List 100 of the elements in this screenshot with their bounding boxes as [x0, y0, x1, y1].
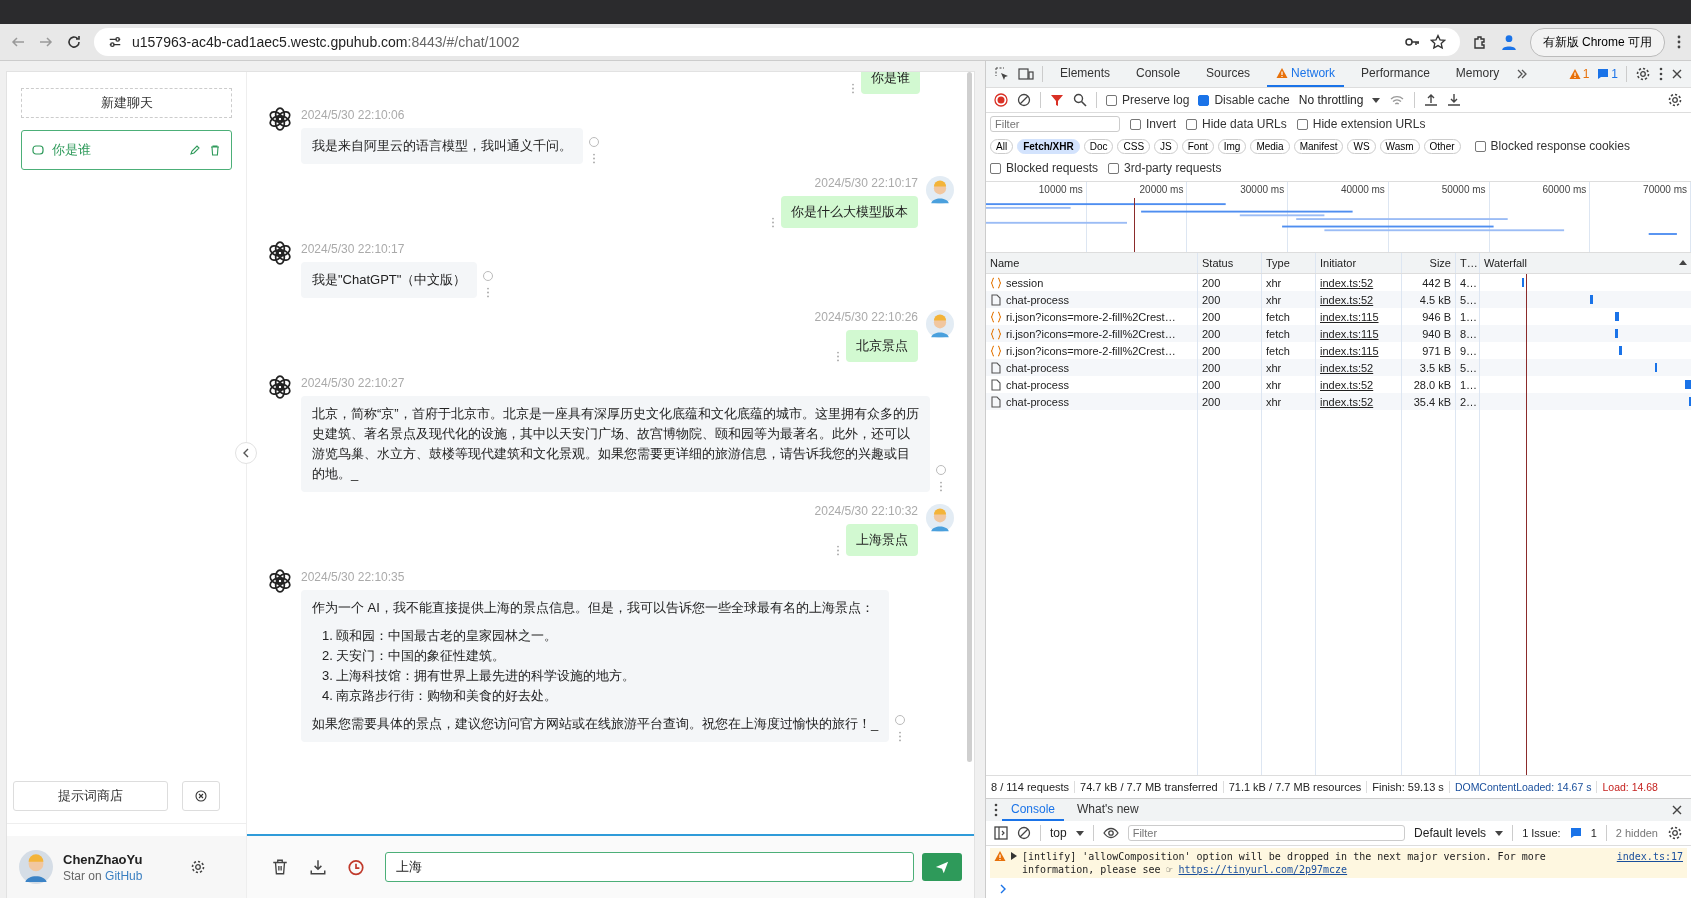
type-filter-chip[interactable]: Font	[1181, 138, 1214, 154]
menu-icon[interactable]	[1677, 35, 1681, 49]
request-name[interactable]: chat-process	[1006, 293, 1069, 306]
type-filter-chip[interactable]: JS	[1154, 138, 1178, 154]
drawer-tab[interactable]: What's new	[1068, 799, 1148, 821]
type-filter-chip[interactable]: CSS	[1117, 138, 1151, 154]
initiator-link[interactable]: index.ts:115	[1320, 344, 1379, 357]
close-icon[interactable]	[1671, 68, 1683, 80]
request-name[interactable]: chat-process	[1006, 395, 1069, 408]
initiator-link[interactable]: index.ts:52	[1320, 395, 1374, 408]
star-icon[interactable]	[1429, 34, 1446, 50]
caret-icon[interactable]	[1075, 829, 1084, 837]
caret-icon[interactable]	[1495, 829, 1504, 837]
initiator-link[interactable]: index.ts:52	[1320, 293, 1374, 306]
tinyurl-link[interactable]: https://tinyurl.com/2p97mcze	[1178, 864, 1348, 875]
type-filter-chip[interactable]: Fetch/XHR	[1017, 138, 1080, 154]
filter-icon[interactable]	[1050, 93, 1064, 107]
sidebar-toggle-icon[interactable]	[994, 826, 1008, 840]
address-bar[interactable]: u157963-ac4b-cad1aec5.westc.gpuhub.com:8443/#/chat/1002	[94, 28, 1460, 56]
profile-icon[interactable]	[1499, 33, 1518, 51]
console-prompt-icon[interactable]	[998, 884, 1008, 894]
source-link[interactable]: index.ts:17	[1616, 850, 1683, 863]
prompt-store-button[interactable]: 提示词商店	[13, 781, 168, 811]
search-icon[interactable]	[1073, 93, 1087, 107]
record-icon[interactable]	[994, 93, 1008, 107]
edit-icon[interactable]	[189, 144, 201, 156]
type-filter-chip[interactable]: Wasm	[1379, 138, 1420, 154]
more-tabs-icon[interactable]	[1516, 68, 1529, 80]
devtools-tab[interactable]: Console	[1127, 61, 1190, 87]
type-filter-chip[interactable]: Media	[1250, 138, 1290, 154]
download-icon[interactable]	[1447, 93, 1462, 107]
filter-checkbox[interactable]: 3rd-party requests	[1108, 161, 1222, 175]
filter-checkbox[interactable]: Hide data URLs	[1186, 117, 1287, 131]
checkbox[interactable]	[1186, 118, 1197, 130]
send-button[interactable]	[922, 853, 962, 881]
new-chat-button[interactable]: 新建聊天	[21, 88, 232, 118]
settings-icon[interactable]	[190, 859, 206, 875]
issues-label[interactable]: 1 Issue:	[1522, 827, 1561, 839]
reload-icon[interactable]	[66, 34, 82, 50]
chat-session-item[interactable]: 你是谁	[21, 130, 232, 170]
checkbox[interactable]	[1106, 94, 1117, 106]
type-filter-chip[interactable]: All	[990, 138, 1014, 154]
console-filter-field[interactable]: Filter	[1127, 825, 1406, 841]
clear-icon[interactable]	[1017, 93, 1031, 107]
scrollbar[interactable]	[967, 72, 972, 762]
preserve-log-checkbox[interactable]: Preserve log	[1106, 93, 1190, 107]
filter-field[interactable]: Filter	[990, 116, 1120, 132]
request-name[interactable]: ri.json?icons=more-2-fill%2Crest…	[1006, 327, 1176, 340]
initiator-link[interactable]: index.ts:115	[1320, 310, 1379, 323]
site-settings-icon[interactable]	[108, 35, 122, 49]
caret-icon[interactable]	[1372, 96, 1381, 104]
type-filter-chip[interactable]: Manifest	[1293, 138, 1344, 154]
settings-icon[interactable]	[1667, 92, 1683, 108]
devtools-tab[interactable]: Memory	[1446, 61, 1509, 87]
column-header[interactable]: Initiator	[1316, 253, 1402, 273]
column-header[interactable]: Name	[986, 253, 1198, 273]
type-filter-chip[interactable]: Img	[1217, 138, 1247, 154]
checkbox[interactable]	[1198, 94, 1210, 106]
device-toolbar-icon[interactable]	[1018, 66, 1034, 82]
column-header[interactable]: Status	[1198, 253, 1262, 273]
settings-icon[interactable]	[1667, 825, 1683, 841]
update-chrome-button[interactable]: 有新版 Chrome 可用	[1529, 27, 1665, 57]
initiator-link[interactable]: index.ts:52	[1320, 276, 1374, 289]
column-header[interactable]: Waterfall	[1480, 253, 1691, 273]
initiator-link[interactable]: index.ts:52	[1320, 378, 1374, 391]
devtools-tab[interactable]: Network	[1267, 61, 1345, 87]
throttling-select[interactable]: No throttling	[1298, 93, 1364, 107]
eye-icon[interactable]	[1102, 825, 1119, 841]
menu-icon[interactable]	[994, 803, 998, 817]
checkbox[interactable]	[1474, 140, 1486, 152]
upload-icon[interactable]	[1424, 93, 1439, 107]
devtools-tab[interactable]: Performance	[1352, 61, 1439, 87]
checkbox[interactable]	[1130, 118, 1141, 130]
type-filter-chip[interactable]: Other	[1423, 138, 1461, 154]
filter-checkbox[interactable]: Blocked requests	[990, 161, 1099, 175]
menu-icon[interactable]	[1659, 67, 1663, 81]
column-header[interactable]: Size	[1402, 253, 1456, 273]
request-name[interactable]: ri.json?icons=more-2-fill%2Crest…	[1006, 344, 1176, 357]
checkbox[interactable]	[1296, 118, 1308, 130]
drawer-tab[interactable]: Console	[1002, 799, 1065, 821]
devtools-tab[interactable]: Elements	[1051, 61, 1120, 87]
request-name[interactable]: ri.json?icons=more-2-fill%2Crest…	[1006, 310, 1176, 323]
request-name[interactable]: chat-process	[1006, 378, 1069, 391]
request-name[interactable]: session	[1006, 276, 1044, 289]
inspect-icon[interactable]	[994, 66, 1010, 82]
history-icon[interactable]	[347, 858, 365, 876]
extensions-icon[interactable]	[1471, 34, 1488, 50]
expand-icon[interactable]	[1010, 852, 1018, 860]
log-levels-select[interactable]: Default levels	[1414, 826, 1487, 840]
clear-icon[interactable]	[1017, 826, 1031, 840]
disable-cache-checkbox[interactable]: Disable cache	[1198, 93, 1290, 107]
filter-checkbox[interactable]: Hide extension URLs	[1296, 117, 1426, 131]
column-header[interactable]: T…	[1456, 253, 1480, 273]
github-link[interactable]: GitHub	[105, 868, 143, 883]
type-filter-chip[interactable]: Doc	[1083, 138, 1114, 154]
request-name[interactable]: chat-process	[1006, 361, 1069, 374]
checkbox[interactable]	[990, 162, 1001, 174]
close-circle-button[interactable]	[182, 781, 220, 811]
initiator-link[interactable]: index.ts:115	[1320, 327, 1379, 340]
checkbox[interactable]	[1108, 162, 1120, 174]
